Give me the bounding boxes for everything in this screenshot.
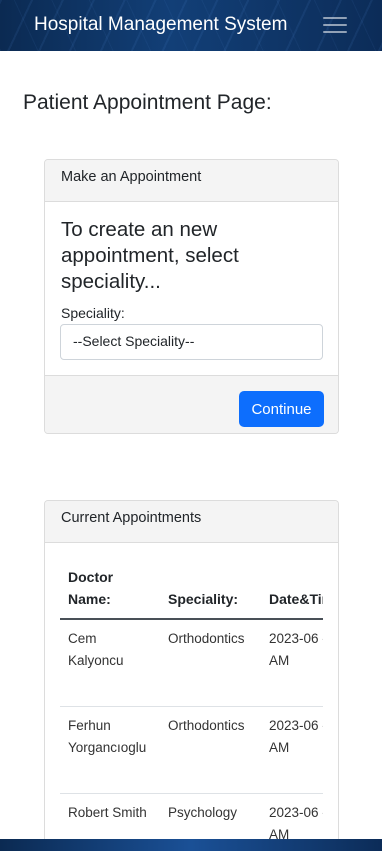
cell-datetime: 2023-06 - 9:00 AM [261, 619, 323, 707]
cell-doctor: Ferhun Yorgancıoglu [60, 706, 160, 794]
continue-button[interactable]: Continue [239, 391, 324, 427]
appointment-card-footer: Continue [45, 375, 338, 433]
current-appointments-card: Current Appointments Doctor Name: Specia… [44, 500, 339, 851]
table-header-row: Doctor Name: Speciality: Date&Time [60, 557, 323, 620]
cell-speciality: Orthodontics [160, 619, 261, 707]
speciality-label: Speciality: [61, 305, 125, 321]
brand-title[interactable]: Hospital Management System [34, 14, 287, 36]
cell-speciality: Orthodontics [160, 706, 261, 794]
hamburger-menu-icon[interactable] [318, 8, 352, 42]
column-header-doctor: Doctor Name: [60, 557, 160, 620]
page-title: Patient Appointment Page: [23, 91, 272, 114]
card-header-current-appointments: Current Appointments [45, 501, 338, 543]
card-header-make-appointment: Make an Appointment [45, 160, 338, 202]
make-appointment-card: Make an Appointment To create an new app… [44, 159, 339, 434]
navbar: Hospital Management System [0, 0, 382, 51]
cell-datetime: 2023-06 - 9:00 AM [261, 706, 323, 794]
footer-strip [0, 839, 382, 851]
cell-doctor: Cem Kalyoncu [60, 619, 160, 707]
appointments-table-container[interactable]: Doctor Name: Speciality: Date&Time Cem K… [60, 557, 323, 851]
appointment-form-body: To create an new appointment, select spe… [45, 202, 338, 375]
table-row: Cem Kalyoncu Orthodontics 2023-06 - 9:00… [60, 619, 323, 707]
table-row: Ferhun Yorgancıoglu Orthodontics 2023-06… [60, 706, 323, 794]
appointment-instructions: To create an new appointment, select spe… [61, 218, 239, 293]
column-header-speciality: Speciality: [160, 557, 261, 620]
speciality-select[interactable]: --Select Speciality-- [60, 324, 323, 360]
appointments-table: Doctor Name: Speciality: Date&Time Cem K… [60, 557, 323, 851]
column-header-datetime: Date&Time [261, 557, 323, 620]
